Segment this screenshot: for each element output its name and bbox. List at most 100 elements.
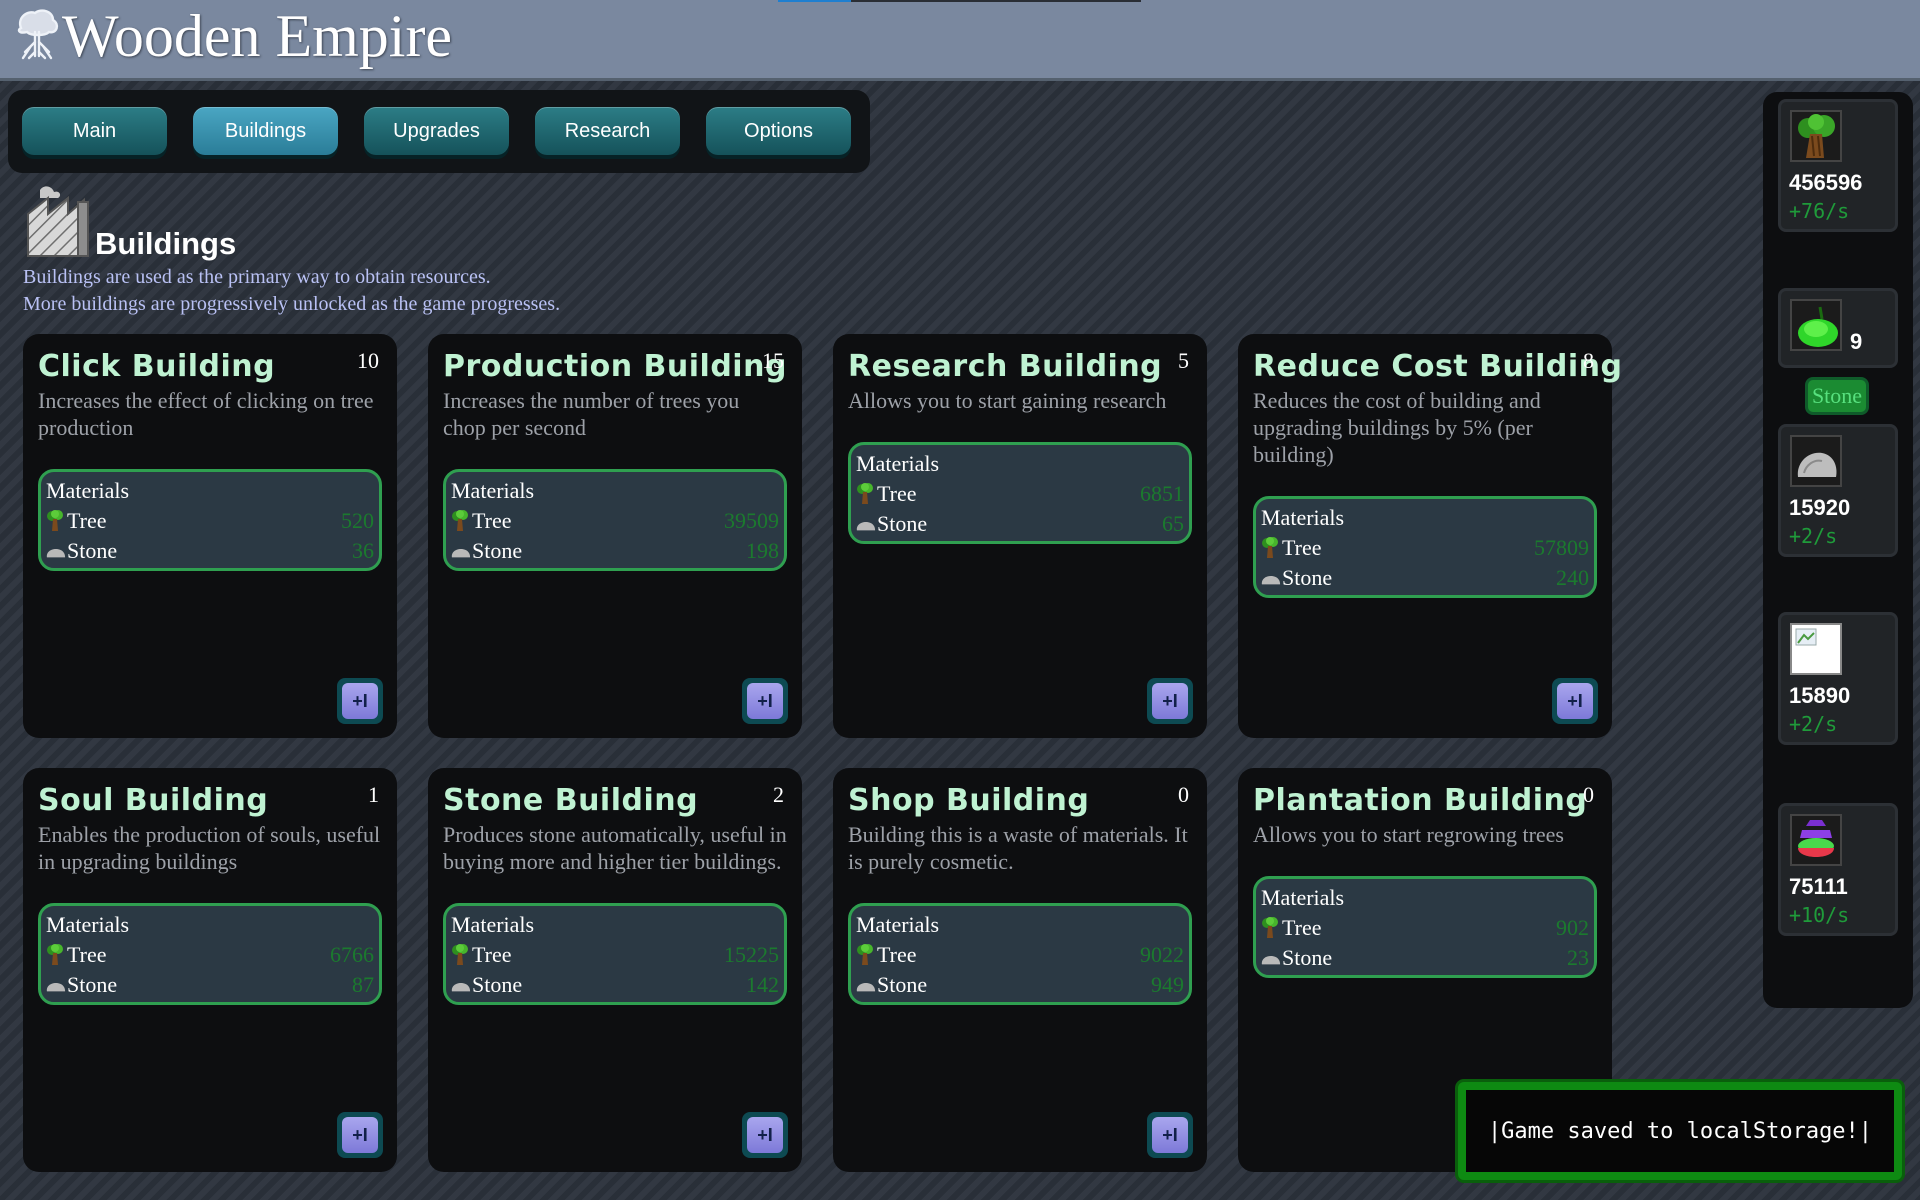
resource-amount: 75111 bbox=[1789, 874, 1848, 899]
materials-box: Materials Tree 520 Stone 36 bbox=[38, 469, 382, 571]
buy-building-button[interactable]: +I bbox=[742, 678, 788, 724]
material-row: Stone 23 bbox=[1261, 943, 1589, 973]
material-name: Tree bbox=[1282, 535, 1322, 560]
buy-building-button[interactable]: +I bbox=[337, 1112, 383, 1158]
building-count: 0 bbox=[1178, 782, 1189, 807]
material-name: Stone bbox=[877, 972, 928, 997]
building-count: 10 bbox=[357, 348, 379, 373]
material-name: Tree bbox=[67, 508, 107, 533]
tab-main[interactable]: Main bbox=[22, 107, 167, 155]
tree-icon bbox=[856, 944, 874, 966]
material-name: Stone bbox=[472, 538, 523, 563]
material-cost: 15225 bbox=[724, 942, 779, 967]
building-description: Increases the number of trees you chop p… bbox=[443, 388, 740, 440]
materials-box: Materials Tree 15225 Stone 142 bbox=[443, 903, 787, 1005]
material-cost: 520 bbox=[341, 508, 374, 533]
buy-button-label: +I bbox=[342, 1117, 378, 1153]
building-count: 5 bbox=[1178, 348, 1189, 373]
resource-stone[interactable]: 15920 +2/s bbox=[1778, 424, 1898, 557]
material-name: Tree bbox=[877, 481, 917, 506]
building-title: Production Building bbox=[443, 349, 787, 384]
tree-icon bbox=[1261, 917, 1279, 939]
resource-tooltip: Stone bbox=[1805, 377, 1869, 415]
resource-rate: +2/s bbox=[1789, 712, 1838, 736]
building-title: Reduce Cost Building bbox=[1253, 349, 1623, 384]
materials-box: Materials Tree 6851 Stone 65 bbox=[848, 442, 1192, 544]
resource-sapling[interactable]: 9 bbox=[1778, 288, 1898, 368]
stone-icon bbox=[46, 540, 66, 562]
material-cost: 949 bbox=[1151, 972, 1184, 997]
buy-button-label: +I bbox=[1152, 683, 1188, 719]
material-name: Tree bbox=[877, 942, 917, 967]
material-cost: 9022 bbox=[1140, 942, 1184, 967]
buy-building-button[interactable]: +I bbox=[1147, 1112, 1193, 1158]
tab-research[interactable]: Research bbox=[535, 107, 680, 155]
material-cost: 6851 bbox=[1140, 481, 1184, 506]
material-name: Tree bbox=[472, 508, 512, 533]
material-row: Tree 9022 bbox=[856, 940, 1184, 970]
building-title: Research Building bbox=[848, 349, 1163, 384]
building-description: Enables the production of souls, useful … bbox=[38, 822, 381, 874]
material-cost: 902 bbox=[1556, 915, 1589, 940]
tree-icon bbox=[46, 944, 64, 966]
building-card: 5 Research Building Allows you to start ga… bbox=[833, 334, 1207, 738]
resource-panel: 456596 +76/s 9 15920 +2/s 15890 +2/s 751… bbox=[1763, 92, 1913, 1008]
tab-options[interactable]: Options bbox=[706, 107, 851, 155]
building-description: Produces stone automatically, useful in … bbox=[443, 822, 787, 874]
material-row: Stone 65 bbox=[856, 509, 1184, 539]
material-cost: 39509 bbox=[724, 508, 779, 533]
material-row: Stone 87 bbox=[46, 970, 374, 1000]
materials-box: Materials Tree 902 Stone 23 bbox=[1253, 876, 1597, 978]
stone-icon bbox=[1261, 947, 1281, 969]
tree-icon bbox=[1261, 537, 1279, 559]
building-count: 15 bbox=[762, 348, 784, 373]
stone-icon bbox=[1261, 567, 1281, 589]
stone-icon bbox=[856, 513, 876, 535]
buy-building-button[interactable]: +I bbox=[1147, 678, 1193, 724]
section-description-line-1: Buildings are used as the primary way to… bbox=[23, 266, 491, 288]
material-row: Stone 36 bbox=[46, 536, 374, 566]
header-bar: Wooden Empire bbox=[0, 0, 1920, 81]
buy-building-button[interactable]: +I bbox=[1552, 678, 1598, 724]
potion-icon bbox=[1790, 814, 1842, 866]
buy-button-label: +I bbox=[1152, 1117, 1188, 1153]
materials-heading: Materials bbox=[46, 912, 130, 937]
app-title: Wooden Empire bbox=[62, 3, 453, 69]
tree-logo-icon bbox=[17, 9, 59, 60]
material-name: Stone bbox=[67, 972, 118, 997]
resource-soul[interactable]: 75111 +10/s bbox=[1778, 803, 1898, 936]
tab-buildings[interactable]: Buildings bbox=[193, 107, 338, 155]
resource-rate: +76/s bbox=[1789, 199, 1850, 223]
sapling-icon bbox=[1790, 299, 1842, 351]
materials-heading: Materials bbox=[1261, 885, 1345, 910]
building-description: Building this is a waste of materials. I… bbox=[848, 822, 1188, 874]
materials-heading: Materials bbox=[856, 451, 940, 476]
materials-heading: Materials bbox=[1261, 505, 1345, 530]
material-row: Tree 6851 bbox=[856, 479, 1184, 509]
material-name: Stone bbox=[67, 538, 118, 563]
materials-box: Materials Tree 57809 Stone 240 bbox=[1253, 496, 1597, 598]
building-title: Click Building bbox=[38, 349, 276, 384]
tree-icon bbox=[1790, 110, 1842, 162]
material-name: Stone bbox=[877, 511, 928, 536]
buy-building-button[interactable]: +I bbox=[337, 678, 383, 724]
building-description: Allows you to start gaining research bbox=[848, 388, 1167, 413]
resource-unknown[interactable]: 15890 +2/s bbox=[1778, 612, 1898, 745]
material-cost: 65 bbox=[1162, 511, 1184, 536]
main-nav: Main Buildings Upgrades Research Options bbox=[8, 90, 870, 173]
materials-box: Materials Tree 39509 Stone 198 bbox=[443, 469, 787, 571]
resource-tree[interactable]: 456596 +76/s bbox=[1778, 99, 1898, 232]
stone-icon bbox=[46, 974, 66, 996]
stone-icon bbox=[1790, 435, 1842, 487]
tab-upgrades[interactable]: Upgrades bbox=[364, 107, 509, 155]
resource-amount: 9 bbox=[1850, 329, 1863, 354]
material-name: Stone bbox=[1282, 945, 1333, 970]
material-cost: 23 bbox=[1567, 945, 1589, 970]
material-row: Stone 198 bbox=[451, 536, 779, 566]
building-card: 0 Shop Building Building this is a waste o… bbox=[833, 768, 1207, 1172]
material-name: Tree bbox=[472, 942, 512, 967]
buy-button-label: +I bbox=[1557, 683, 1593, 719]
material-row: Stone 240 bbox=[1261, 563, 1589, 593]
material-cost: 36 bbox=[352, 538, 374, 563]
buy-building-button[interactable]: +I bbox=[742, 1112, 788, 1158]
